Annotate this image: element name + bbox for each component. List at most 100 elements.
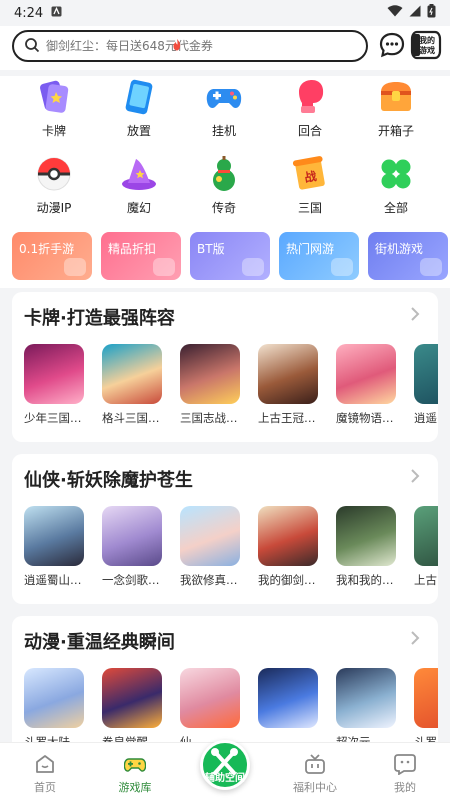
game-name: 斗罗 [414, 735, 437, 742]
chip-discount-0-1[interactable]: 0.1折手游 [12, 232, 92, 280]
game-item[interactable]: 少年三国… [24, 344, 86, 434]
game-cover [180, 668, 240, 728]
chip-decoration [64, 258, 86, 276]
game-cover [414, 344, 438, 404]
section-card-cards: 卡牌·打造最强阵容 少年三国… 格斗三国… 三国志战… 上古王冠… 魔镜物语… … [12, 292, 438, 442]
game-item[interactable]: 超次元… [336, 668, 398, 742]
chip-label: 0.1折手游 [19, 242, 75, 256]
game-item[interactable]: 上古 [414, 506, 438, 596]
chip-arcade[interactable]: 街机游戏 [368, 232, 448, 280]
gamepad-tab-icon [124, 758, 146, 772]
chip-decoration [420, 258, 442, 276]
category-item-legend[interactable]: 传奇 [189, 155, 259, 219]
category-item-afk[interactable]: 挂机 [189, 78, 259, 142]
game-item[interactable]: 格斗三国… [102, 344, 164, 434]
game-item[interactable]: 我的御剑… [258, 506, 320, 596]
treasure-chest-icon [381, 82, 411, 111]
search-input[interactable] [46, 39, 326, 53]
game-name: 逍遥蜀山… [24, 573, 82, 587]
category-label: 动漫IP [36, 201, 72, 215]
battery-icon [427, 4, 436, 22]
category-item-three-kingdoms[interactable]: 战 三国 [275, 155, 345, 219]
game-name: 上古 [414, 573, 437, 587]
boxing-glove-icon [299, 80, 324, 113]
category-label: 全部 [383, 201, 408, 215]
category-item-magic[interactable]: 魔幻 [104, 155, 174, 219]
game-item[interactable]: 逍遥蜀山… [24, 506, 86, 596]
tab-game-library[interactable]: 游戏库 [90, 743, 180, 800]
category-item-chest[interactable]: 开箱子 [361, 78, 431, 142]
category-label: 传奇 [211, 201, 236, 215]
section-title: 动漫·重温经典瞬间 [24, 632, 175, 653]
phone-icon [125, 79, 153, 115]
game-cover [24, 344, 84, 404]
game-item[interactable]: 斗罗大陆… [24, 668, 86, 742]
game-cover [24, 506, 84, 566]
category-label: 魔幻 [126, 201, 151, 215]
category-item-card[interactable]: 卡牌 [19, 78, 89, 142]
tab-me[interactable]: 我的 [360, 743, 450, 800]
game-name: 我的御剑… [258, 573, 316, 587]
signal-icon [409, 5, 421, 21]
promo-chips: 0.1折手游 精品折扣 BT版 热门网游 街机游戏 [12, 232, 450, 282]
game-name: 逍遥 [414, 411, 437, 425]
category-item-idle[interactable]: 放置 [104, 78, 174, 142]
game-item[interactable]: 我和我的… [336, 506, 398, 596]
chip-label: BT版 [197, 242, 225, 256]
app-root: 4:24 我的游戏 卡牌 放置 挂机 [0, 0, 450, 800]
message-button[interactable] [379, 32, 405, 58]
game-item[interactable]: 三国志战… [180, 344, 242, 434]
game-item[interactable]: 上古王冠… [258, 344, 320, 434]
game-item[interactable]: 一念剑歌… [102, 506, 164, 596]
game-item[interactable]: 魔镜物语… [336, 344, 398, 434]
notification-icon [51, 6, 62, 21]
assist-space-label: 辅助空间 [205, 773, 245, 784]
tv-gift-icon [305, 754, 325, 774]
top-bar: 我的游戏 [0, 26, 450, 70]
game-cover [414, 506, 438, 566]
chevron-right-icon[interactable] [410, 630, 424, 648]
content-area[interactable]: 卡牌 放置 挂机 回合 开箱子 动漫IP 魔幻 传奇 战 三国 全部 0.1折手… [0, 70, 450, 742]
section-card-anime: 动漫·重温经典瞬间 斗罗大陆… 拳皇觉醒… 仙… 超次元… 斗罗 [12, 616, 438, 742]
chip-decoration [242, 258, 264, 276]
home-icon [36, 755, 54, 773]
chip-premium-discount[interactable]: 精品折扣 [101, 232, 181, 280]
category-item-anime[interactable]: 动漫IP [19, 155, 89, 219]
chip-decoration [153, 258, 175, 276]
tab-home[interactable]: 首页 [0, 743, 90, 800]
fire-icon [172, 38, 182, 54]
section-title: 卡牌·打造最强阵容 [24, 308, 175, 329]
game-item[interactable]: 仙… [180, 668, 242, 742]
category-item-all[interactable]: 全部 [361, 155, 431, 219]
search-bar[interactable] [12, 30, 368, 62]
game-item[interactable]: 我欲修真… [180, 506, 242, 596]
category-label: 卡牌 [41, 124, 66, 138]
chip-bt[interactable]: BT版 [190, 232, 270, 280]
chip-label: 街机游戏 [375, 242, 424, 256]
tab-welfare[interactable]: 福利中心 [270, 743, 360, 800]
game-name: 三国志战… [180, 411, 238, 425]
game-name: 超次元… [336, 735, 382, 742]
chevron-right-icon[interactable] [410, 468, 424, 486]
game-cover [180, 506, 240, 566]
game-cover [336, 668, 396, 728]
game-cover [24, 668, 84, 728]
my-games-button[interactable]: 我的 游戏 [410, 30, 442, 60]
chevron-right-icon[interactable] [410, 306, 424, 324]
game-name: 我欲修真… [180, 573, 238, 587]
category-label: 开箱子 [377, 124, 414, 138]
section-card-xianxia: 仙侠·斩妖除魔护苍生 逍遥蜀山… 一念剑歌… 我欲修真… 我的御剑… 我和我的…… [12, 454, 438, 604]
game-cover [336, 506, 396, 566]
game-item[interactable]: 斗罗 [414, 668, 438, 742]
game-item[interactable] [258, 668, 320, 742]
chip-hot-online[interactable]: 热门网游 [279, 232, 359, 280]
game-item[interactable]: 拳皇觉醒… [102, 668, 164, 742]
pokeball-icon [37, 157, 71, 191]
clover-icon [381, 159, 411, 189]
game-name: 一念剑歌… [102, 573, 160, 587]
category-label: 放置 [126, 124, 151, 138]
game-item[interactable]: 逍遥 [414, 344, 438, 434]
my-games-text-1: 我的 [419, 35, 435, 45]
status-time: 4:24 [14, 5, 44, 21]
category-item-turn[interactable]: 回合 [275, 78, 345, 142]
